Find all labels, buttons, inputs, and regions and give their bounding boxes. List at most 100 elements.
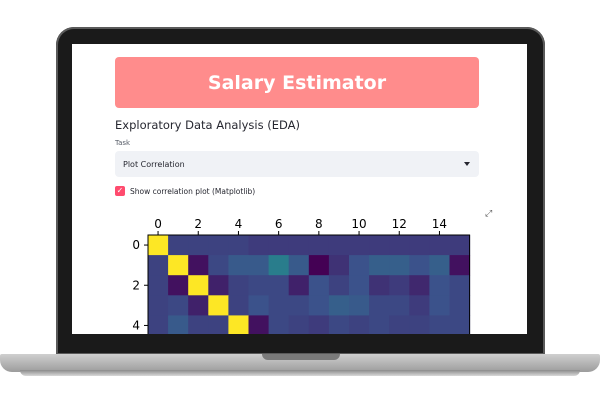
x-tick-label: 6 — [275, 217, 283, 231]
x-tick-label: 8 — [315, 217, 323, 231]
heatmap-cell — [208, 295, 229, 316]
heatmap-cell — [308, 255, 330, 276]
heatmap-cell — [429, 275, 450, 296]
heatmap-cell — [369, 255, 390, 276]
y-tick-label: 2 — [132, 278, 140, 292]
heatmap-cell — [449, 235, 471, 256]
task-select-value: Plot Correlation — [123, 159, 185, 169]
heatmap-cell — [208, 275, 229, 296]
heatmap-cell — [389, 295, 410, 316]
heatmap-cell — [208, 235, 229, 256]
heatmap-cell — [188, 315, 209, 334]
heatmap-cell — [268, 315, 290, 334]
heatmap-cell — [188, 295, 209, 316]
heatmap-cell — [248, 235, 270, 256]
heatmap-cell — [328, 255, 350, 276]
heatmap-cell — [168, 315, 189, 334]
heatmap-cell — [148, 275, 169, 296]
heatmap-cell — [429, 315, 450, 334]
task-label: Task — [115, 139, 131, 147]
y-tick-label: 4 — [132, 318, 140, 332]
heatmap-cell — [449, 275, 471, 296]
laptop-screen: Salary Estimator Exploratory Data Analys… — [72, 44, 527, 334]
heatmap-cell — [148, 315, 169, 334]
laptop-notch — [262, 354, 340, 360]
app-header: Salary Estimator — [115, 57, 479, 108]
correlation-heatmap: 0 2 4 6 8 10 12 14 0 2 4 — [132, 217, 471, 334]
heatmap-cell — [268, 275, 290, 296]
heatmap-cell — [248, 295, 270, 316]
expand-icon[interactable]: ⤢ — [485, 209, 492, 219]
heatmap-cell — [308, 275, 330, 296]
heatmap-cell — [349, 275, 370, 296]
heatmap-cell — [429, 295, 450, 316]
check-icon: ✓ — [116, 186, 124, 195]
x-tick-label: 2 — [194, 217, 202, 231]
heatmap-cell — [349, 255, 370, 276]
heatmap-cell — [208, 315, 229, 334]
heatmap-cell — [288, 255, 310, 276]
heatmap-cell — [168, 295, 189, 316]
heatmap-cell — [308, 315, 330, 334]
x-tick-label: 4 — [235, 217, 243, 231]
heatmap-cell — [449, 255, 471, 276]
heatmap-cell — [328, 295, 350, 316]
x-tick-label: 12 — [392, 217, 407, 231]
x-tick-label: 10 — [351, 217, 366, 231]
heatmap-cell — [228, 315, 249, 334]
heatmap-cell — [168, 275, 189, 296]
heatmap-cell — [268, 235, 290, 256]
correlation-checkbox-row[interactable]: ✓ Show correlation plot (Matplotlib) — [115, 186, 255, 196]
heatmap-cell — [148, 295, 169, 316]
heatmap-cell — [409, 295, 430, 316]
heatmap-cell — [288, 235, 310, 256]
heatmap-cell — [148, 255, 169, 276]
heatmap-cell — [449, 315, 471, 334]
heatmap-cell — [228, 275, 249, 296]
heatmap-cell — [409, 235, 430, 256]
heatmap-cell — [409, 275, 430, 296]
heatmap-cell — [349, 295, 370, 316]
x-tick-label: 0 — [154, 217, 162, 231]
heatmap-cell — [389, 235, 410, 256]
heatmap-cell — [228, 255, 249, 276]
heatmap-cell — [288, 275, 310, 296]
heatmap-cell — [328, 235, 350, 256]
heatmap-cell — [449, 295, 471, 316]
heatmap-cell — [389, 315, 410, 334]
heatmap-cell — [409, 255, 430, 276]
heatmap-cell — [308, 235, 330, 256]
heatmap-cell — [369, 295, 390, 316]
heatmap-cell — [248, 315, 270, 334]
heatmap-cell — [168, 235, 189, 256]
y-tick-label: 0 — [132, 238, 140, 252]
heatmap-cell — [369, 275, 390, 296]
heatmap-cell — [429, 255, 450, 276]
heatmap-cell — [288, 295, 310, 316]
heatmap-cell — [248, 275, 270, 296]
heatmap-cell — [248, 255, 270, 276]
correlation-checkbox-label: Show correlation plot (Matplotlib) — [130, 186, 256, 196]
task-select[interactable]: Plot Correlation — [115, 151, 479, 177]
heatmap-cell — [288, 315, 310, 334]
heatmap-cell — [369, 235, 390, 256]
heatmap-cell — [208, 255, 229, 276]
heatmap-cell — [328, 275, 350, 296]
heatmap-cell — [168, 255, 189, 276]
heatmap-cell — [349, 235, 370, 256]
heatmap-cell — [228, 235, 249, 256]
heatmap-cell — [268, 295, 290, 316]
section-title: Exploratory Data Analysis (EDA) — [115, 118, 301, 132]
chevron-down-icon — [464, 162, 470, 166]
heatmap-cell — [228, 295, 249, 316]
laptop-foot — [20, 370, 580, 376]
heatmap-cell — [349, 315, 370, 334]
heatmap-cell — [369, 315, 390, 334]
x-tick-label: 14 — [432, 217, 447, 231]
heatmap-cell — [389, 255, 410, 276]
heatmap-cell — [188, 255, 209, 276]
heatmap-cell — [148, 235, 169, 256]
heatmap-cell — [188, 275, 209, 296]
heatmap-cell — [328, 315, 350, 334]
correlation-checkbox[interactable]: ✓ — [115, 186, 125, 196]
